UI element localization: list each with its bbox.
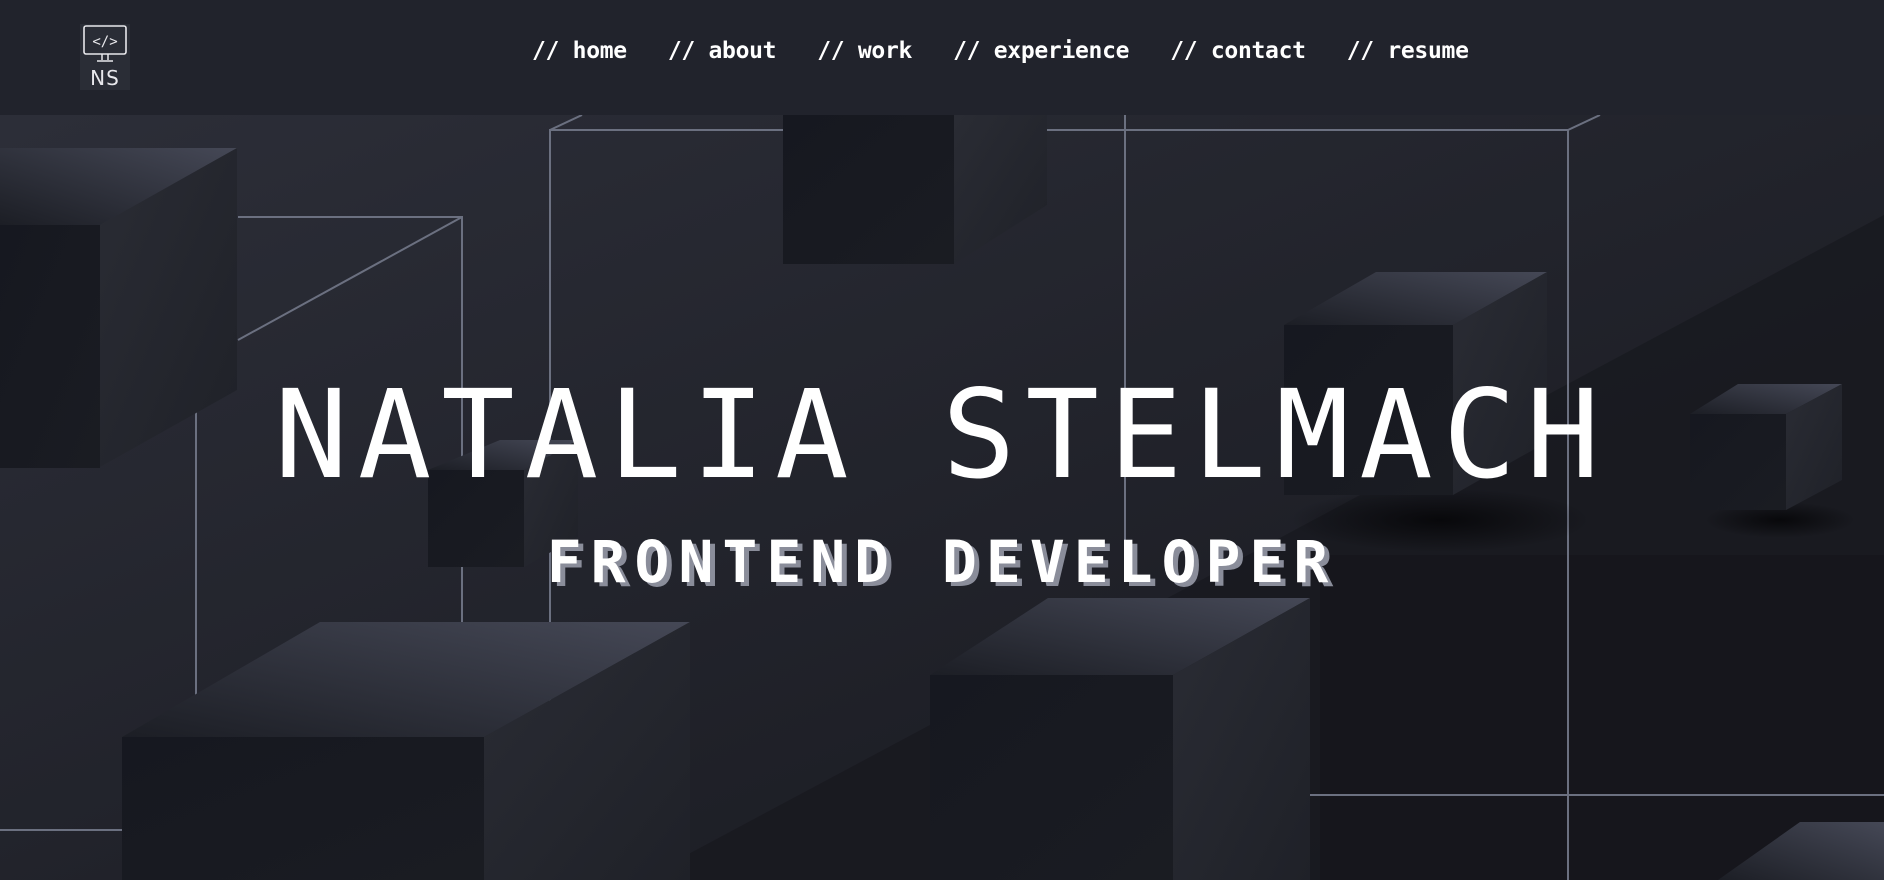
hero-role: FRONTEND DEVELOPER — [546, 528, 1338, 596]
main-nav: // home // about // work // experience /… — [532, 38, 1469, 64]
site-header: </> NS // home // about // work // exper… — [0, 0, 1884, 115]
hero-name: NATALIA STELMACH — [274, 364, 1610, 506]
nav-work[interactable]: // work — [817, 38, 912, 64]
logo[interactable]: </> NS — [80, 24, 130, 90]
nav-resume[interactable]: // resume — [1347, 38, 1469, 64]
monitor-code-icon: </> — [83, 25, 127, 62]
logo-initials: NS — [90, 66, 120, 90]
nav-about[interactable]: // about — [668, 38, 777, 64]
svg-text:</>: </> — [92, 34, 117, 50]
nav-experience[interactable]: // experience — [953, 38, 1129, 64]
nav-home[interactable]: // home — [532, 38, 627, 64]
page: </> NS // home // about // work // exper… — [0, 0, 1884, 880]
nav-contact[interactable]: // contact — [1170, 38, 1306, 64]
